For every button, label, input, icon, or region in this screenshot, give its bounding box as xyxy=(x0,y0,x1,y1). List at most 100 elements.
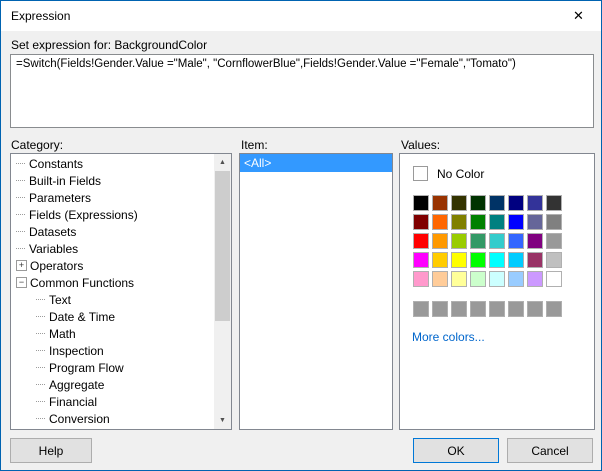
color-swatch[interactable] xyxy=(451,301,467,317)
color-swatch[interactable] xyxy=(489,214,505,230)
color-swatch[interactable] xyxy=(432,271,448,287)
expand-icon[interactable]: + xyxy=(16,260,27,271)
color-swatch[interactable] xyxy=(470,271,486,287)
color-swatch[interactable] xyxy=(432,214,448,230)
color-swatch[interactable] xyxy=(527,301,543,317)
category-tree-item[interactable]: Fields (Expressions) xyxy=(11,206,214,223)
item-panel: <All> xyxy=(239,153,393,430)
category-tree-item[interactable]: Datasets xyxy=(11,223,214,240)
color-swatch[interactable] xyxy=(470,233,486,249)
category-item-label: Inspection xyxy=(49,343,104,358)
color-swatch[interactable] xyxy=(546,195,562,211)
color-swatch[interactable] xyxy=(546,214,562,230)
category-scrollbar[interactable]: ▲ ▼ xyxy=(214,154,231,429)
expression-input[interactable]: =Switch(Fields!Gender.Value ="Male", "Co… xyxy=(10,54,594,128)
color-swatch[interactable] xyxy=(451,214,467,230)
collapse-icon[interactable]: − xyxy=(16,277,27,288)
color-swatch[interactable] xyxy=(508,271,524,287)
tree-connector xyxy=(36,367,45,368)
color-swatch[interactable] xyxy=(489,271,505,287)
category-item-label: Math xyxy=(49,326,76,341)
scroll-up-icon[interactable]: ▲ xyxy=(214,154,231,171)
color-swatch[interactable] xyxy=(546,252,562,268)
color-swatch[interactable] xyxy=(546,233,562,249)
color-swatch[interactable] xyxy=(432,233,448,249)
set-expression-label: Set expression for: BackgroundColor xyxy=(11,38,208,52)
category-item-label: Datasets xyxy=(29,224,77,239)
category-tree-item[interactable]: Date & Time xyxy=(11,308,214,325)
color-swatch[interactable] xyxy=(413,252,429,268)
close-button[interactable]: ✕ xyxy=(556,1,601,31)
color-swatch[interactable] xyxy=(451,252,467,268)
category-tree-item[interactable]: Text xyxy=(11,291,214,308)
color-swatch[interactable] xyxy=(527,271,543,287)
category-tree-item[interactable]: Financial xyxy=(11,393,214,410)
color-swatch[interactable] xyxy=(432,252,448,268)
category-tree-item[interactable]: + Operators xyxy=(11,257,214,274)
color-swatch[interactable] xyxy=(470,301,486,317)
help-button[interactable]: Help xyxy=(10,438,92,463)
gray-row xyxy=(413,301,582,317)
category-tree-item[interactable]: − Common Functions xyxy=(11,274,214,291)
no-color-option[interactable]: No Color xyxy=(413,166,582,181)
scrollbar-thumb[interactable] xyxy=(215,171,230,321)
color-swatch[interactable] xyxy=(489,301,505,317)
color-swatch[interactable] xyxy=(470,214,486,230)
color-swatch[interactable] xyxy=(413,233,429,249)
tree-connector xyxy=(16,197,25,198)
color-swatch[interactable] xyxy=(527,214,543,230)
tree-connector xyxy=(36,299,45,300)
color-swatch[interactable] xyxy=(508,233,524,249)
item-list-entry[interactable]: <All> xyxy=(240,154,392,172)
color-swatch[interactable] xyxy=(489,195,505,211)
category-tree: Constants Built-in Fields Parameters Fields… xyxy=(11,155,214,429)
category-tree-item[interactable]: Conversion xyxy=(11,410,214,427)
more-colors-link[interactable]: More colors... xyxy=(412,330,485,344)
color-swatch[interactable] xyxy=(451,195,467,211)
category-tree-item[interactable]: Parameters xyxy=(11,189,214,206)
color-swatch[interactable] xyxy=(489,252,505,268)
color-swatch[interactable] xyxy=(413,271,429,287)
color-swatch[interactable] xyxy=(527,252,543,268)
color-swatch[interactable] xyxy=(508,301,524,317)
color-swatch[interactable] xyxy=(451,233,467,249)
color-swatch[interactable] xyxy=(413,301,429,317)
color-swatch[interactable] xyxy=(451,271,467,287)
no-color-swatch xyxy=(413,166,428,181)
titlebar: Expression ✕ xyxy=(1,1,601,31)
cancel-button[interactable]: Cancel xyxy=(507,438,593,463)
tree-connector xyxy=(36,418,45,419)
category-item-label: Program Flow xyxy=(49,360,124,375)
color-swatch[interactable] xyxy=(508,214,524,230)
color-swatch[interactable] xyxy=(527,233,543,249)
color-swatch[interactable] xyxy=(413,195,429,211)
category-panel: Constants Built-in Fields Parameters Fields… xyxy=(10,153,232,430)
color-swatch[interactable] xyxy=(546,301,562,317)
color-swatch[interactable] xyxy=(432,195,448,211)
color-swatch[interactable] xyxy=(432,301,448,317)
category-tree-item[interactable]: Built-in Fields xyxy=(11,172,214,189)
category-tree-item[interactable]: Constants xyxy=(11,155,214,172)
color-swatch[interactable] xyxy=(527,195,543,211)
color-swatch[interactable] xyxy=(470,195,486,211)
category-tree-item[interactable]: Aggregate xyxy=(11,376,214,393)
no-color-label: No Color xyxy=(437,166,485,181)
ok-button[interactable]: OK xyxy=(413,438,499,463)
category-item-label: Common Functions xyxy=(30,275,135,290)
category-item-label: Variables xyxy=(29,241,79,256)
tree-connector xyxy=(16,180,25,181)
color-swatch[interactable] xyxy=(489,233,505,249)
color-swatch[interactable] xyxy=(508,252,524,268)
color-swatch[interactable] xyxy=(508,195,524,211)
expression-dialog: Expression ✕ Set expression for: Backgro… xyxy=(0,0,602,471)
category-tree-item[interactable]: Inspection xyxy=(11,342,214,359)
category-tree-item[interactable]: Program Flow xyxy=(11,359,214,376)
color-swatch[interactable] xyxy=(546,271,562,287)
category-tree-item[interactable]: Math xyxy=(11,325,214,342)
tree-connector xyxy=(36,333,45,334)
color-swatch[interactable] xyxy=(470,252,486,268)
scroll-down-icon[interactable]: ▼ xyxy=(214,412,231,429)
category-tree-item[interactable]: Variables xyxy=(11,240,214,257)
tree-connector xyxy=(16,231,25,232)
color-swatch[interactable] xyxy=(413,214,429,230)
